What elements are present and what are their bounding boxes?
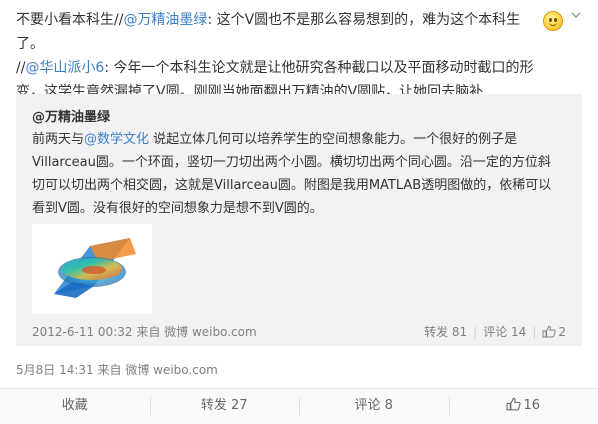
quoted-like-count: 2	[558, 325, 566, 339]
post-source: 来自 微博 weibo.com	[98, 363, 218, 377]
mention-link[interactable]: @华山派小6	[25, 60, 104, 76]
quoted-author[interactable]: @万精油墨绿	[32, 106, 110, 125]
post-text: 不要小看本科生//@万精油墨绿: 这个V圆也不是那么容易想到的，难为这个本科生了…	[16, 8, 544, 104]
mention-link[interactable]: @万精油墨绿	[123, 12, 207, 28]
quoted-text-segment: 前两天与	[32, 132, 84, 147]
thumb-up-icon	[542, 325, 556, 338]
quoted-post: @万精油墨绿 前两天与@数学文化 说起立体几何可以培养学生的空间想象能力。一个很…	[16, 94, 582, 346]
mention-link[interactable]: @数学文化	[84, 132, 149, 147]
comment-button[interactable]: 评论 8	[299, 389, 449, 424]
quoted-source: 来自 微博 weibo.com	[136, 325, 256, 339]
quoted-repost-link[interactable]: 转发 81	[424, 323, 467, 340]
action-bar: 收藏 转发 27 评论 8 16	[0, 388, 598, 424]
post-meta: 5月8日 14:31 来自 微博 weibo.com	[16, 361, 218, 378]
quoted-like-button[interactable]: 2	[542, 325, 566, 339]
repost-button[interactable]: 转发 27	[150, 389, 300, 424]
post-text-segment: 不要小看本科生//	[16, 12, 123, 28]
separator: |	[473, 325, 477, 339]
torus-plot-thumbnail[interactable]	[32, 224, 152, 314]
like-button[interactable]: 16	[449, 389, 598, 424]
quoted-comment-link[interactable]: 评论 14	[483, 323, 526, 340]
smiley-emoji-icon	[543, 11, 563, 31]
quoted-text: 前两天与@数学文化 说起立体几何可以培养学生的空间想象能力。一个很好的例子是Vi…	[32, 128, 558, 220]
like-count: 16	[523, 398, 540, 413]
post-timestamp[interactable]: 5月8日 14:31	[16, 363, 94, 377]
quoted-timestamp[interactable]: 2012-6-11 00:32	[32, 325, 133, 339]
thumb-up-icon	[506, 397, 521, 411]
quoted-actions: 转发 81 | 评论 14 | 2	[424, 323, 566, 340]
favorite-button[interactable]: 收藏	[0, 389, 150, 424]
quoted-meta: 2012-6-11 00:32 来自 微博 weibo.com	[32, 323, 257, 340]
chevron-down-icon[interactable]	[569, 9, 583, 23]
separator: |	[532, 325, 536, 339]
